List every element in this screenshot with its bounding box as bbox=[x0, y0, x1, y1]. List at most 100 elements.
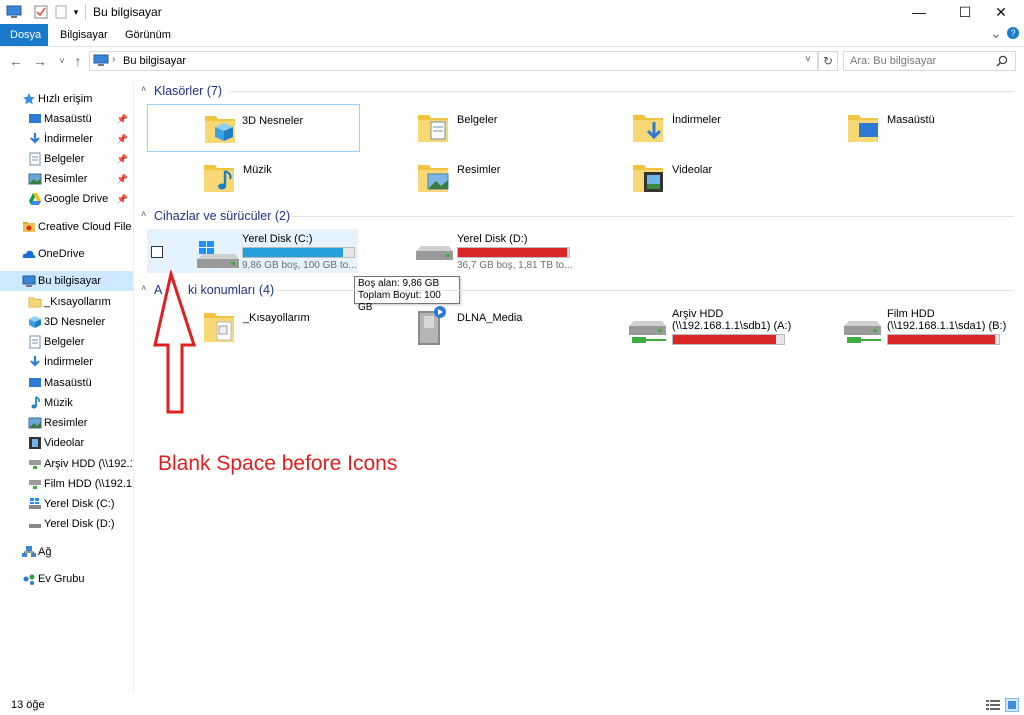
refresh-icon[interactable]: ↻ bbox=[818, 51, 838, 71]
folder-tile-pictures[interactable]: Resimler bbox=[417, 160, 500, 197]
music-note-icon bbox=[31, 396, 40, 409]
cube-icon bbox=[29, 316, 41, 328]
location-tile-shortcuts[interactable]: _Kısayollarım bbox=[203, 308, 310, 349]
location-path: (\\192.168.1.1\sda1) (B:) bbox=[887, 320, 1007, 332]
sidebar-item-videos[interactable]: Videolar bbox=[28, 433, 132, 453]
pin-icon[interactable]: 📌 bbox=[117, 109, 128, 129]
sidebar-item-film-hdd[interactable]: Film HDD (\\192.168 bbox=[28, 474, 132, 494]
documents-icon bbox=[29, 335, 41, 349]
folder-tile-3d-objects[interactable]: 3D Nesneler bbox=[147, 104, 360, 152]
sidebar-item-label: Google Drive bbox=[44, 193, 109, 205]
pin-icon[interactable]: 📌 bbox=[117, 129, 128, 149]
large-icons-view-icon[interactable] bbox=[1005, 698, 1019, 712]
sidebar-item-downloads[interactable]: İndirmeler 📌 bbox=[28, 129, 132, 149]
divider bbox=[85, 4, 86, 20]
title-bar: ▾ Bu bilgisayar — ☐ ✕ bbox=[0, 0, 1024, 24]
sidebar-item-desktop[interactable]: Masaüstü bbox=[28, 373, 132, 393]
sidebar-item-shortcuts[interactable]: _Kısayollarım bbox=[28, 292, 132, 312]
sidebar-item-music[interactable]: Müzik bbox=[28, 393, 132, 413]
up-icon[interactable]: ↑ bbox=[68, 51, 88, 71]
sidebar-item-downloads[interactable]: İndirmeler bbox=[28, 352, 132, 372]
sidebar-item-3d-objects[interactable]: 3D Nesneler bbox=[28, 312, 132, 332]
group-header-network-b[interactable]: ki konumları (4) bbox=[188, 283, 274, 297]
pin-icon[interactable]: 📌 bbox=[117, 189, 128, 209]
sidebar-item-quick-access[interactable]: Hızlı erişim bbox=[22, 89, 130, 109]
pictures-folder-icon bbox=[418, 165, 449, 192]
sidebar-item-label: Resimler bbox=[44, 417, 88, 429]
computer-icon[interactable] bbox=[6, 4, 22, 20]
location-tile-dlna[interactable]: DLNA_Media bbox=[415, 305, 522, 350]
sidebar-item-label: Masaüstü bbox=[44, 113, 92, 125]
sidebar-item-pictures[interactable]: Resimler 📌 bbox=[28, 169, 132, 189]
sidebar-item-archive-hdd[interactable]: Arşiv HDD (\\192.16 bbox=[28, 454, 132, 474]
breadcrumb-separator-icon[interactable]: › bbox=[112, 54, 115, 65]
folder-tile-music[interactable]: Müzik bbox=[203, 160, 272, 197]
pin-icon[interactable]: 📌 bbox=[117, 149, 128, 169]
tab-computer[interactable]: Bilgisayar bbox=[50, 24, 118, 46]
windows-drive-icon bbox=[29, 498, 41, 509]
breadcrumb[interactable]: Bu bilgisayar bbox=[123, 55, 186, 67]
sidebar-item-google-drive[interactable]: Google Drive 📌 bbox=[28, 189, 132, 209]
folder-label: Belgeler bbox=[457, 114, 498, 126]
drive-usage-fill bbox=[458, 248, 567, 257]
pictures-icon bbox=[28, 173, 42, 185]
status-bar: 13 öğe bbox=[0, 692, 1024, 715]
windows-drive-icon bbox=[197, 241, 239, 268]
collapse-chevron-icon[interactable]: ˄ bbox=[141, 84, 146, 94]
drive-usage-fill bbox=[243, 248, 343, 257]
sidebar-item-this-pc[interactable]: Bu bilgisayar bbox=[22, 271, 132, 291]
folder-tile-documents[interactable]: Belgeler bbox=[417, 110, 497, 147]
download-icon bbox=[30, 133, 40, 144]
help-icon[interactable]: ? bbox=[1007, 27, 1019, 39]
folder-label: Videolar bbox=[672, 164, 713, 176]
downloads-folder-icon bbox=[633, 115, 663, 142]
select-checkbox[interactable] bbox=[151, 246, 163, 258]
sidebar-item-pictures[interactable]: Resimler bbox=[28, 413, 132, 433]
sidebar-item-onedrive[interactable]: OneDrive bbox=[22, 244, 132, 264]
drive-name: Yerel Disk (C:) bbox=[242, 233, 313, 245]
search-input[interactable]: Ara: Bu bilgisayar bbox=[843, 51, 1016, 71]
location-label: _Kısayollarım bbox=[243, 312, 310, 324]
collapse-chevron-icon[interactable]: ˄ bbox=[141, 209, 146, 219]
group-header-folders[interactable]: Klasörler (7) bbox=[154, 84, 222, 98]
media-server-icon bbox=[418, 306, 446, 345]
tab-file[interactable]: Dosya bbox=[0, 24, 48, 46]
sidebar-item-desktop[interactable]: Masaüstü 📌 bbox=[28, 109, 132, 129]
close-button[interactable]: ✕ bbox=[978, 0, 1024, 24]
folder-tile-desktop[interactable]: Masaüstü bbox=[847, 110, 935, 147]
pin-icon[interactable]: 📌 bbox=[117, 169, 128, 189]
sidebar-item-homegroup[interactable]: Ev Grubu bbox=[22, 569, 132, 589]
new-folder-icon[interactable] bbox=[54, 4, 68, 20]
drive-usage-bar bbox=[242, 247, 355, 258]
minimize-button[interactable]: — bbox=[896, 0, 942, 24]
drive-tile-c[interactable]: Yerel Disk (C:) 9,86 GB boş, 100 GB to..… bbox=[147, 229, 358, 273]
creative-cloud-icon bbox=[23, 222, 35, 232]
location-label: Film HDD bbox=[887, 308, 935, 320]
group-header-devices[interactable]: Cihazlar ve sürücüler (2) bbox=[154, 209, 290, 223]
address-bar[interactable]: › Bu bilgisayar ˅ bbox=[89, 51, 818, 71]
qat-dropdown-icon[interactable]: ▾ bbox=[71, 4, 81, 20]
forward-icon[interactable]: → bbox=[30, 51, 50, 71]
folder-tile-downloads[interactable]: İndirmeler bbox=[632, 110, 721, 147]
sidebar-item-network[interactable]: Ağ bbox=[22, 542, 132, 562]
address-dropdown-icon[interactable]: ˅ bbox=[805, 54, 811, 65]
properties-icon[interactable] bbox=[33, 4, 49, 20]
window-title: Bu bilgisayar bbox=[93, 5, 162, 19]
sidebar-item-creative-cloud[interactable]: Creative Cloud Files bbox=[22, 217, 132, 237]
back-icon[interactable]: ← bbox=[6, 51, 26, 71]
folder-tile-videos[interactable]: Videolar bbox=[632, 160, 712, 197]
sidebar-item-local-disk-d[interactable]: Yerel Disk (D:) bbox=[28, 514, 132, 534]
sidebar-item-documents[interactable]: Belgeler 📌 bbox=[28, 149, 132, 169]
tab-view[interactable]: Görünüm bbox=[115, 24, 181, 46]
collapse-chevron-icon[interactable]: ˄ bbox=[141, 283, 146, 293]
drive-icon bbox=[416, 246, 453, 260]
download-icon bbox=[30, 356, 40, 367]
ribbon-expand-icon[interactable]: ⌄ bbox=[990, 25, 1002, 42]
annotation-arrow bbox=[153, 270, 197, 414]
folder-label: 3D Nesneler bbox=[242, 115, 304, 127]
sidebar-item-local-disk-c[interactable]: Yerel Disk (C:) bbox=[28, 494, 132, 514]
sidebar-item-documents[interactable]: Belgeler bbox=[28, 332, 132, 352]
details-view-icon[interactable] bbox=[986, 699, 1000, 711]
navigation-pane: Hızlı erişim Masaüstü 📌 İndirmeler 📌 Bel… bbox=[0, 82, 133, 692]
computer-icon bbox=[93, 54, 109, 66]
